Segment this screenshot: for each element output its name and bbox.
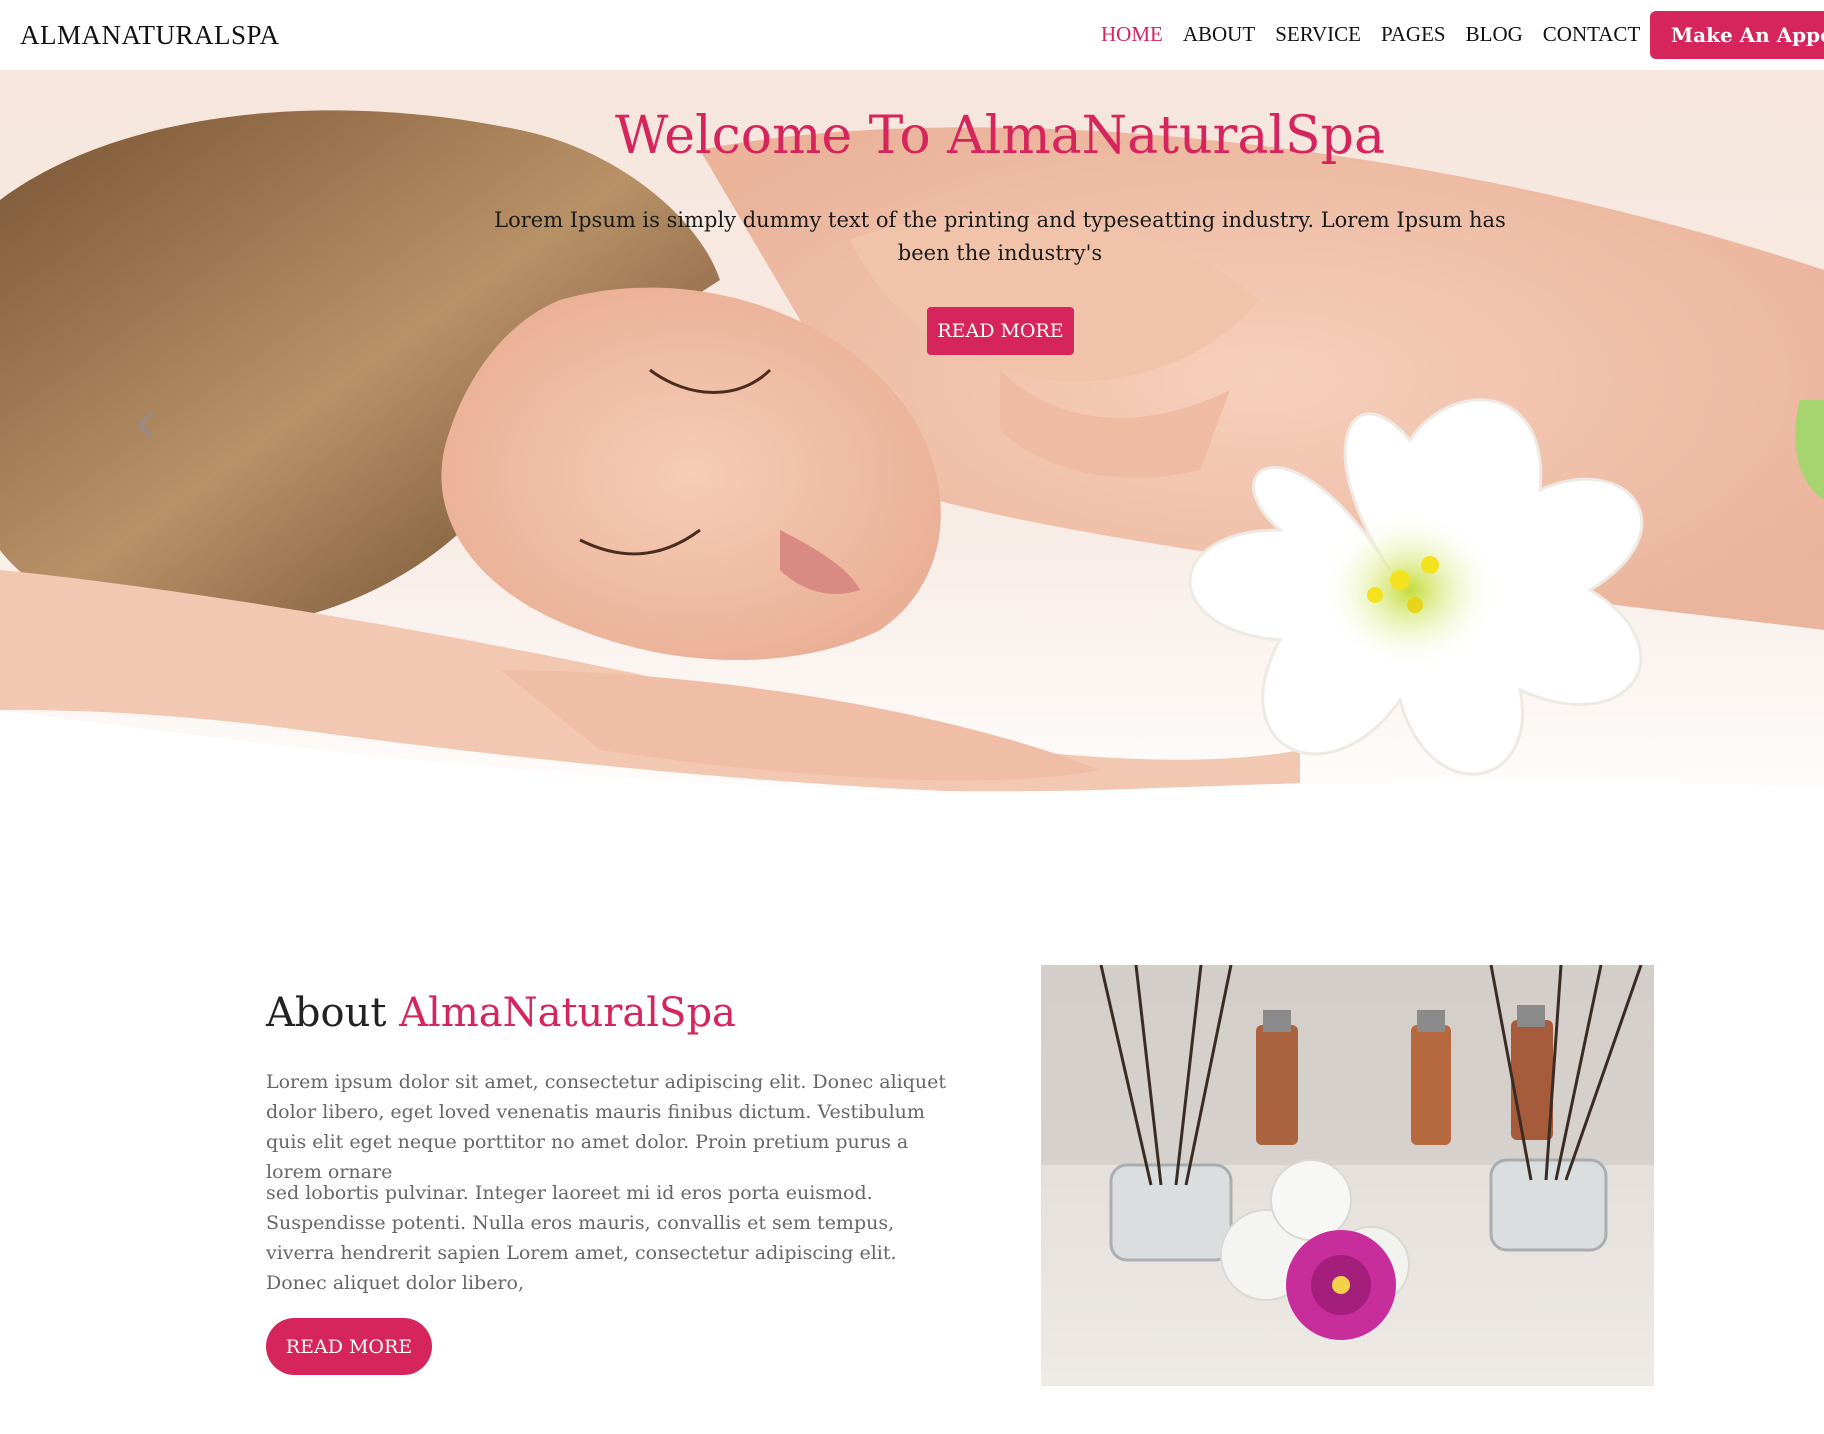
nav-item-blog[interactable]: BLOG <box>1466 22 1523 47</box>
hero-subtitle: Lorem Ipsum is simply dummy text of the … <box>494 208 1506 265</box>
brand-logo[interactable]: ALMANATURALSPA <box>20 20 280 51</box>
about-heading-plain: About <box>266 990 387 1036</box>
make-appointment-button[interactable]: Make An Appointment <box>1650 11 1824 59</box>
nav-item-about[interactable]: ABOUT <box>1183 22 1255 47</box>
about-read-more-button[interactable]: READ MORE <box>266 1318 432 1375</box>
hero-read-more-button[interactable]: READ MORE <box>927 307 1074 355</box>
about-heading: About AlmaNaturalSpa <box>266 990 736 1036</box>
hero-title: Welcome To AlmaNaturalSpa <box>615 106 1385 166</box>
nav-item-contact[interactable]: CONTACT <box>1543 22 1640 47</box>
about-paragraph-2: sed lobortis pulvinar. Integer laoreet m… <box>266 1182 897 1294</box>
nav-item-home[interactable]: HOME <box>1101 22 1163 47</box>
top-navbar: ALMANATURALSPA HOME ABOUT SERVICE PAGES … <box>0 0 1824 70</box>
main-nav: HOME ABOUT SERVICE PAGES BLOG CONTACT <box>1101 22 1660 47</box>
hero-slider: Welcome To AlmaNaturalSpa Lorem Ipsum is… <box>0 70 1824 842</box>
spa-products-image <box>1041 965 1654 1386</box>
hero-background-image <box>0 70 1824 842</box>
make-appointment-label: Make An Appointment <box>1671 23 1824 47</box>
nav-item-service[interactable]: SERVICE <box>1275 22 1361 47</box>
about-image <box>1041 965 1654 1386</box>
about-heading-accent: AlmaNaturalSpa <box>399 990 736 1036</box>
chevron-left-icon[interactable] <box>130 405 160 445</box>
nav-item-pages[interactable]: PAGES <box>1381 22 1446 47</box>
about-paragraph-1: Lorem ipsum dolor sit amet, consectetur … <box>266 1071 947 1183</box>
